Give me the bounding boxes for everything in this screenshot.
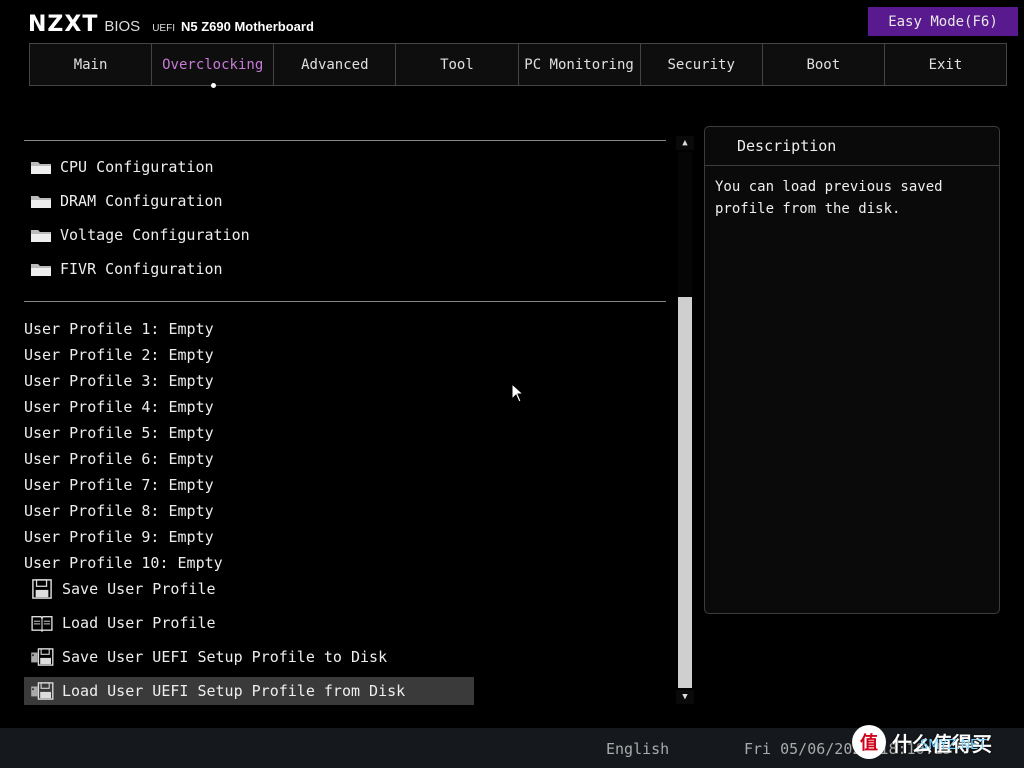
bios-logo: NZXT BIOS UEFI N5 Z690 Motherboard: [28, 12, 314, 37]
scroll-up-icon[interactable]: ▲: [676, 136, 694, 150]
user-profile-2[interactable]: User Profile 2: Empty: [24, 342, 223, 368]
watermark-logo: 值: [852, 725, 886, 759]
action-load-user-uefi-setup-profile-from-disk[interactable]: Load User UEFI Setup Profile from Disk: [24, 677, 474, 705]
action-label: Save User UEFI Setup Profile to Disk: [62, 648, 388, 666]
bios-label: BIOS: [104, 18, 141, 35]
folder-icon: [30, 227, 52, 243]
mouse-cursor-icon: [511, 383, 525, 403]
description-text: You can load previous saved profile from…: [715, 179, 943, 217]
scrollbar-thumb[interactable]: [678, 296, 692, 688]
folder-item-label: DRAM Configuration: [60, 192, 223, 210]
user-profile-3[interactable]: User Profile 3: Empty: [24, 368, 223, 394]
user-profile-10[interactable]: User Profile 10: Empty: [24, 550, 223, 576]
folder-item-label: Voltage Configuration: [60, 226, 250, 244]
uefi-label: UEFI: [152, 23, 175, 34]
tab-overclocking[interactable]: Overclocking: [152, 44, 275, 88]
user-profile-6[interactable]: User Profile 6: Empty: [24, 446, 223, 472]
folder-item-voltage-configuration[interactable]: Voltage Configuration: [30, 223, 250, 247]
action-save-user-uefi-setup-profile-to-disk[interactable]: Save User UEFI Setup Profile to Disk: [24, 643, 474, 671]
action-label: Load User UEFI Setup Profile from Disk: [62, 682, 406, 700]
user-profile-5[interactable]: User Profile 5: Empty: [24, 420, 223, 446]
action-load-user-profile[interactable]: Load User Profile: [24, 609, 474, 637]
tab-advanced[interactable]: Advanced: [274, 44, 397, 85]
action-label: Save User Profile: [62, 580, 216, 598]
brand-name: NZXT: [28, 12, 99, 37]
user-profile-9[interactable]: User Profile 9: Empty: [24, 524, 223, 550]
action-label: Load User Profile: [62, 614, 216, 632]
tab-boot[interactable]: Boot: [762, 44, 885, 85]
folder-item-label: CPU Configuration: [60, 158, 214, 176]
floppy-disk-icon: [30, 578, 54, 600]
language-selector[interactable]: English: [606, 740, 669, 758]
tab-main[interactable]: Main: [30, 44, 153, 85]
folder-item-cpu-configuration[interactable]: CPU Configuration: [30, 155, 214, 179]
main-tabs: Main Overclocking Advanced Tool PC Monitorin…: [29, 43, 1007, 88]
divider-middle: [24, 301, 666, 302]
tab-tool[interactable]: Tool: [396, 44, 519, 85]
folder-icon: [30, 193, 52, 209]
folder-item-dram-configuration[interactable]: DRAM Configuration: [30, 189, 223, 213]
user-profile-7[interactable]: User Profile 7: Empty: [24, 472, 223, 498]
user-profile-1[interactable]: User Profile 1: Empty: [24, 316, 223, 342]
folder-icon: [30, 261, 52, 277]
folder-item-label: FIVR Configuration: [60, 260, 223, 278]
tab-pc-monitoring[interactable]: PC Monitoring: [518, 44, 641, 85]
usb-floppy-icon: [30, 646, 54, 668]
tab-exit[interactable]: Exit: [884, 44, 1006, 85]
description-title: Description: [705, 127, 999, 166]
folder-item-fivr-configuration[interactable]: FIVR Configuration: [30, 257, 223, 281]
tab-security[interactable]: Security: [640, 44, 763, 85]
model-name: N5 Z690 Motherboard: [180, 19, 314, 34]
open-book-icon: [30, 612, 54, 634]
folder-icon: [30, 159, 52, 175]
scroll-down-icon[interactable]: ▼: [676, 690, 694, 704]
description-panel: Description You can load previous saved …: [704, 126, 1000, 614]
user-profile-list: User Profile 1: Empty User Profile 2: Emp…: [24, 316, 223, 576]
divider-top: [24, 140, 666, 141]
user-profile-8[interactable]: User Profile 8: Empty: [24, 498, 223, 524]
easy-mode-button[interactable]: Easy Mode(F6): [868, 7, 1018, 36]
scrollbar[interactable]: ▲ ▼: [676, 136, 694, 704]
action-save-user-profile[interactable]: Save User Profile: [24, 575, 474, 603]
watermark-site: SMYZ.NET: [920, 738, 987, 753]
user-profile-4[interactable]: User Profile 4: Empty: [24, 394, 223, 420]
usb-floppy-icon: [30, 680, 54, 702]
